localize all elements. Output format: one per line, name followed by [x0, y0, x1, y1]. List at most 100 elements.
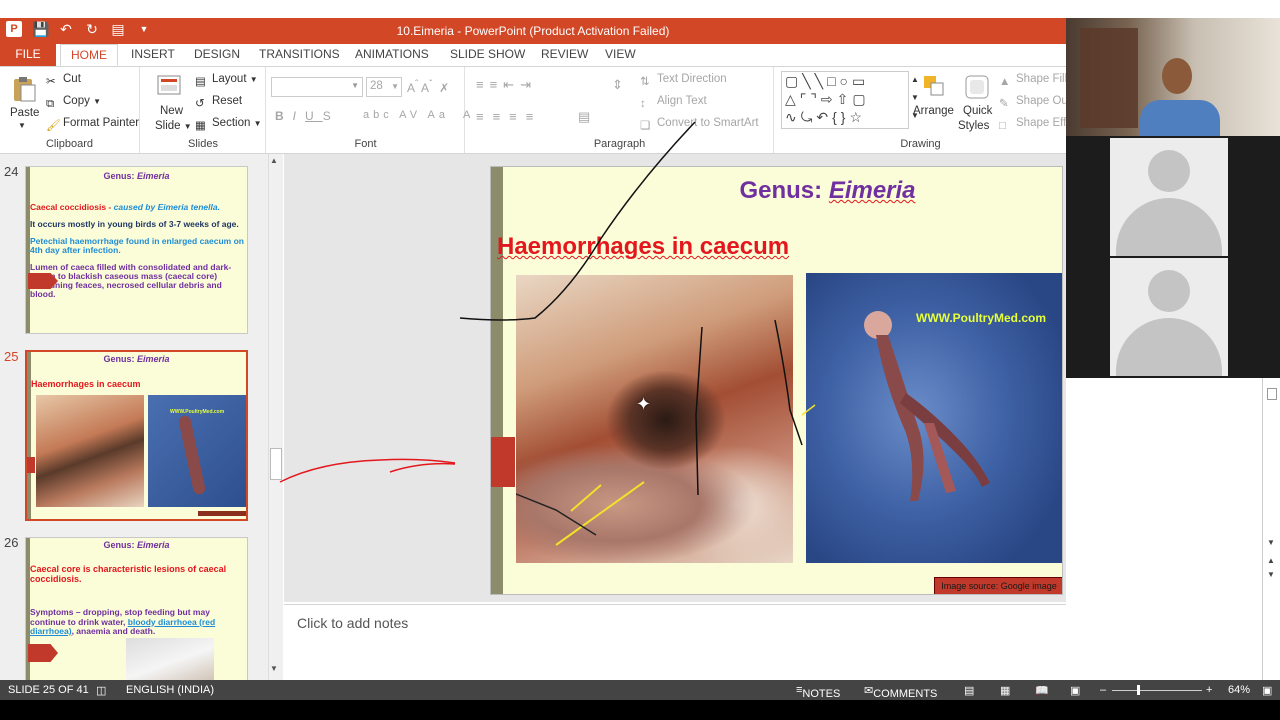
line-spacing-icon[interactable]: ⇕ — [612, 77, 623, 93]
thumbnail-slide-25[interactable]: Genus: Eimeria Haemorrhages in caecum WW… — [25, 350, 248, 521]
mouse-pointer-icon: ✦ — [636, 394, 652, 414]
spellcheck-icon[interactable]: ◫ — [96, 684, 106, 697]
presenter-face — [1162, 58, 1192, 94]
tab-view[interactable]: VIEW — [595, 44, 646, 66]
list-indent-buttons[interactable]: ≡≡⇤⇥ — [476, 77, 537, 93]
notes-pane[interactable]: Click to add notes — [284, 604, 1066, 680]
text-direction-icon: ⇅ — [640, 76, 650, 88]
powerpoint-window: P 💾 ↶ ↻ ▤ ▼ 10.Eimeria - PowerPoint (Pro… — [0, 0, 1280, 720]
format-painter-button[interactable]: 🖌 Format Painter — [46, 117, 139, 132]
thumbnail-slide-24[interactable]: Genus: Eimeria Caecal coccidiosis - caus… — [25, 166, 248, 334]
pen-annotations — [279, 121, 816, 483]
thumbnail-number: 24 — [4, 164, 19, 179]
scroll-down-icon[interactable]: ▼ — [1267, 538, 1275, 547]
tab-transitions[interactable]: TRANSITIONS — [249, 44, 350, 66]
tab-animations[interactable]: ANIMATIONS — [345, 44, 439, 66]
participant-tile-1[interactable] — [1110, 138, 1228, 256]
normal-view-icon[interactable]: ▤ — [964, 684, 974, 697]
next-slide-icon[interactable]: ▼ — [1267, 570, 1275, 579]
arrange-button[interactable]: Arrange — [913, 105, 954, 117]
notes-button[interactable]: ≡ NOTES — [796, 684, 840, 700]
layout-label: Layout — [212, 73, 247, 85]
zoom-in-icon[interactable]: + — [1206, 684, 1212, 696]
window-title: 10.Eimeria - PowerPoint (Product Activat… — [396, 24, 670, 38]
participant-tile-2[interactable] — [1110, 258, 1228, 376]
tab-insert[interactable]: INSERT — [121, 44, 185, 66]
thumb25-heading: Haemorrhages in caecum — [31, 379, 141, 389]
tab-design[interactable]: DESIGN — [184, 44, 250, 66]
new-slide-button[interactable]: Slide ▼ — [155, 120, 192, 132]
previous-slide-icon[interactable]: ▲ — [1267, 556, 1275, 565]
shape-fill-icon: ▲ — [999, 76, 1011, 88]
section-label: Section — [212, 117, 251, 129]
slides-group-label: Slides — [188, 138, 218, 150]
thumb26-bullet2: Symptoms – dropping, stop feeding but ma… — [30, 607, 216, 636]
text-direction-button[interactable]: ⇅ Text Direction — [640, 73, 727, 88]
quick-styles-label-1[interactable]: Quick — [963, 105, 992, 117]
reading-view-icon[interactable]: 📖 — [1035, 684, 1049, 697]
slide-counter: SLIDE 25 OF 41 — [8, 684, 89, 696]
font-size-select[interactable]: 28 ▼ — [366, 77, 402, 97]
title-bar: P 💾 ↶ ↻ ▤ ▼ 10.Eimeria - PowerPoint (Pro… — [0, 18, 1066, 44]
presenter-shirt — [1140, 100, 1220, 136]
shape-fill-button[interactable]: ▲ Shape Fill — [999, 73, 1067, 90]
layout-button[interactable]: ▤ Layout ▼ — [195, 73, 258, 88]
thumb25-caecum-image — [36, 395, 144, 507]
font-name-select[interactable]: ▼ — [271, 77, 363, 97]
zoom-out-icon[interactable]: – — [1100, 684, 1106, 696]
specimen-shape — [864, 311, 990, 501]
font-size-value: 28 — [370, 80, 383, 92]
slide-sorter-icon[interactable]: ▦ — [1000, 684, 1010, 697]
arrange-label: Arrange — [913, 105, 954, 117]
tab-file[interactable]: FILE — [0, 44, 56, 66]
paste-dropdown-icon[interactable]: ▼ — [18, 121, 26, 130]
clipboard-group-label: Clipboard — [45, 138, 94, 150]
slide-show-icon[interactable]: ▣ — [1070, 684, 1080, 697]
shape-outline-icon: ✎ — [999, 98, 1009, 110]
cut-button[interactable]: ✂ Cut — [46, 73, 81, 88]
slide-vertical-scrollbar[interactable]: ▼ ▲ ▼ — [1262, 378, 1280, 680]
align-text-label: Align Text — [657, 95, 707, 107]
section-button[interactable]: ▦ Section ▼ — [195, 117, 261, 132]
paste-button[interactable]: Paste — [10, 107, 39, 119]
fit-to-window-icon[interactable]: ▣ — [1262, 684, 1272, 697]
thumb25-specimen-image: WWW.PoultryMed.com — [148, 395, 246, 507]
video-participants-panel — [1066, 18, 1280, 378]
slide-title-italic: Eimeria — [828, 177, 916, 204]
scrollbar-thumb[interactable] — [1267, 388, 1277, 400]
quick-styles-label-2[interactable]: Styles — [958, 120, 989, 132]
copy-icon: ⧉ — [46, 98, 55, 110]
shape-outline-button[interactable]: ✎ Shape Ou — [999, 95, 1068, 110]
clear-format-icon[interactable]: ✗ — [439, 81, 449, 95]
slide-thumbnails-panel: 24 Genus: Eimeria Caecal coccidiosis - c… — [0, 154, 283, 680]
paste-icon — [14, 77, 36, 102]
zoom-slider[interactable] — [1112, 690, 1202, 691]
reset-button[interactable]: ↺ Reset — [195, 95, 242, 110]
top-strip — [0, 0, 1066, 18]
tab-slide-show[interactable]: SLIDE SHOW — [440, 44, 535, 66]
shape-effects-button[interactable]: □ Shape Eff — [999, 117, 1066, 134]
thumb24-body: Caecal coccidiosis - caused by Eimeria t… — [30, 202, 244, 299]
ribbon-tabs: FILE HOME INSERT DESIGN TRANSITIONS ANIM… — [0, 44, 1066, 66]
image-source-caption: Image source: Google image — [934, 577, 1062, 594]
thumbnail-number-selected: 25 — [4, 349, 19, 364]
thumbnail-slide-26[interactable]: Genus: Eimeria Caecal core is characteri… — [25, 537, 248, 680]
quick-styles-icon — [965, 75, 989, 99]
comments-button[interactable]: ✉ COMMENTS — [864, 684, 937, 700]
copy-label: Copy — [63, 95, 90, 107]
language-indicator[interactable]: ENGLISH (INDIA) — [126, 684, 214, 696]
status-bar: SLIDE 25 OF 41 ◫ ENGLISH (INDIA) ≡ NOTES… — [0, 680, 1280, 700]
notes-placeholder[interactable]: Click to add notes — [297, 615, 408, 631]
notes-button-label: NOTES — [802, 688, 841, 700]
new-slide-label-2: Slide — [155, 120, 181, 132]
presenter-video — [1066, 18, 1280, 136]
thumb24-title: Genus: Eimeria — [103, 171, 170, 181]
copy-button[interactable]: ⧉ Copy ▼ — [46, 95, 101, 112]
tab-home[interactable]: HOME — [60, 44, 118, 66]
zoom-level[interactable]: 64% — [1228, 684, 1250, 696]
zoom-slider-thumb[interactable] — [1137, 685, 1140, 695]
tab-review[interactable]: REVIEW — [531, 44, 598, 66]
new-slide-label-1[interactable]: New — [160, 105, 183, 117]
font-grow-shrink-icons[interactable]: Aˆ Aˇ ✗ — [407, 79, 449, 95]
section-icon: ▦ — [195, 120, 206, 132]
